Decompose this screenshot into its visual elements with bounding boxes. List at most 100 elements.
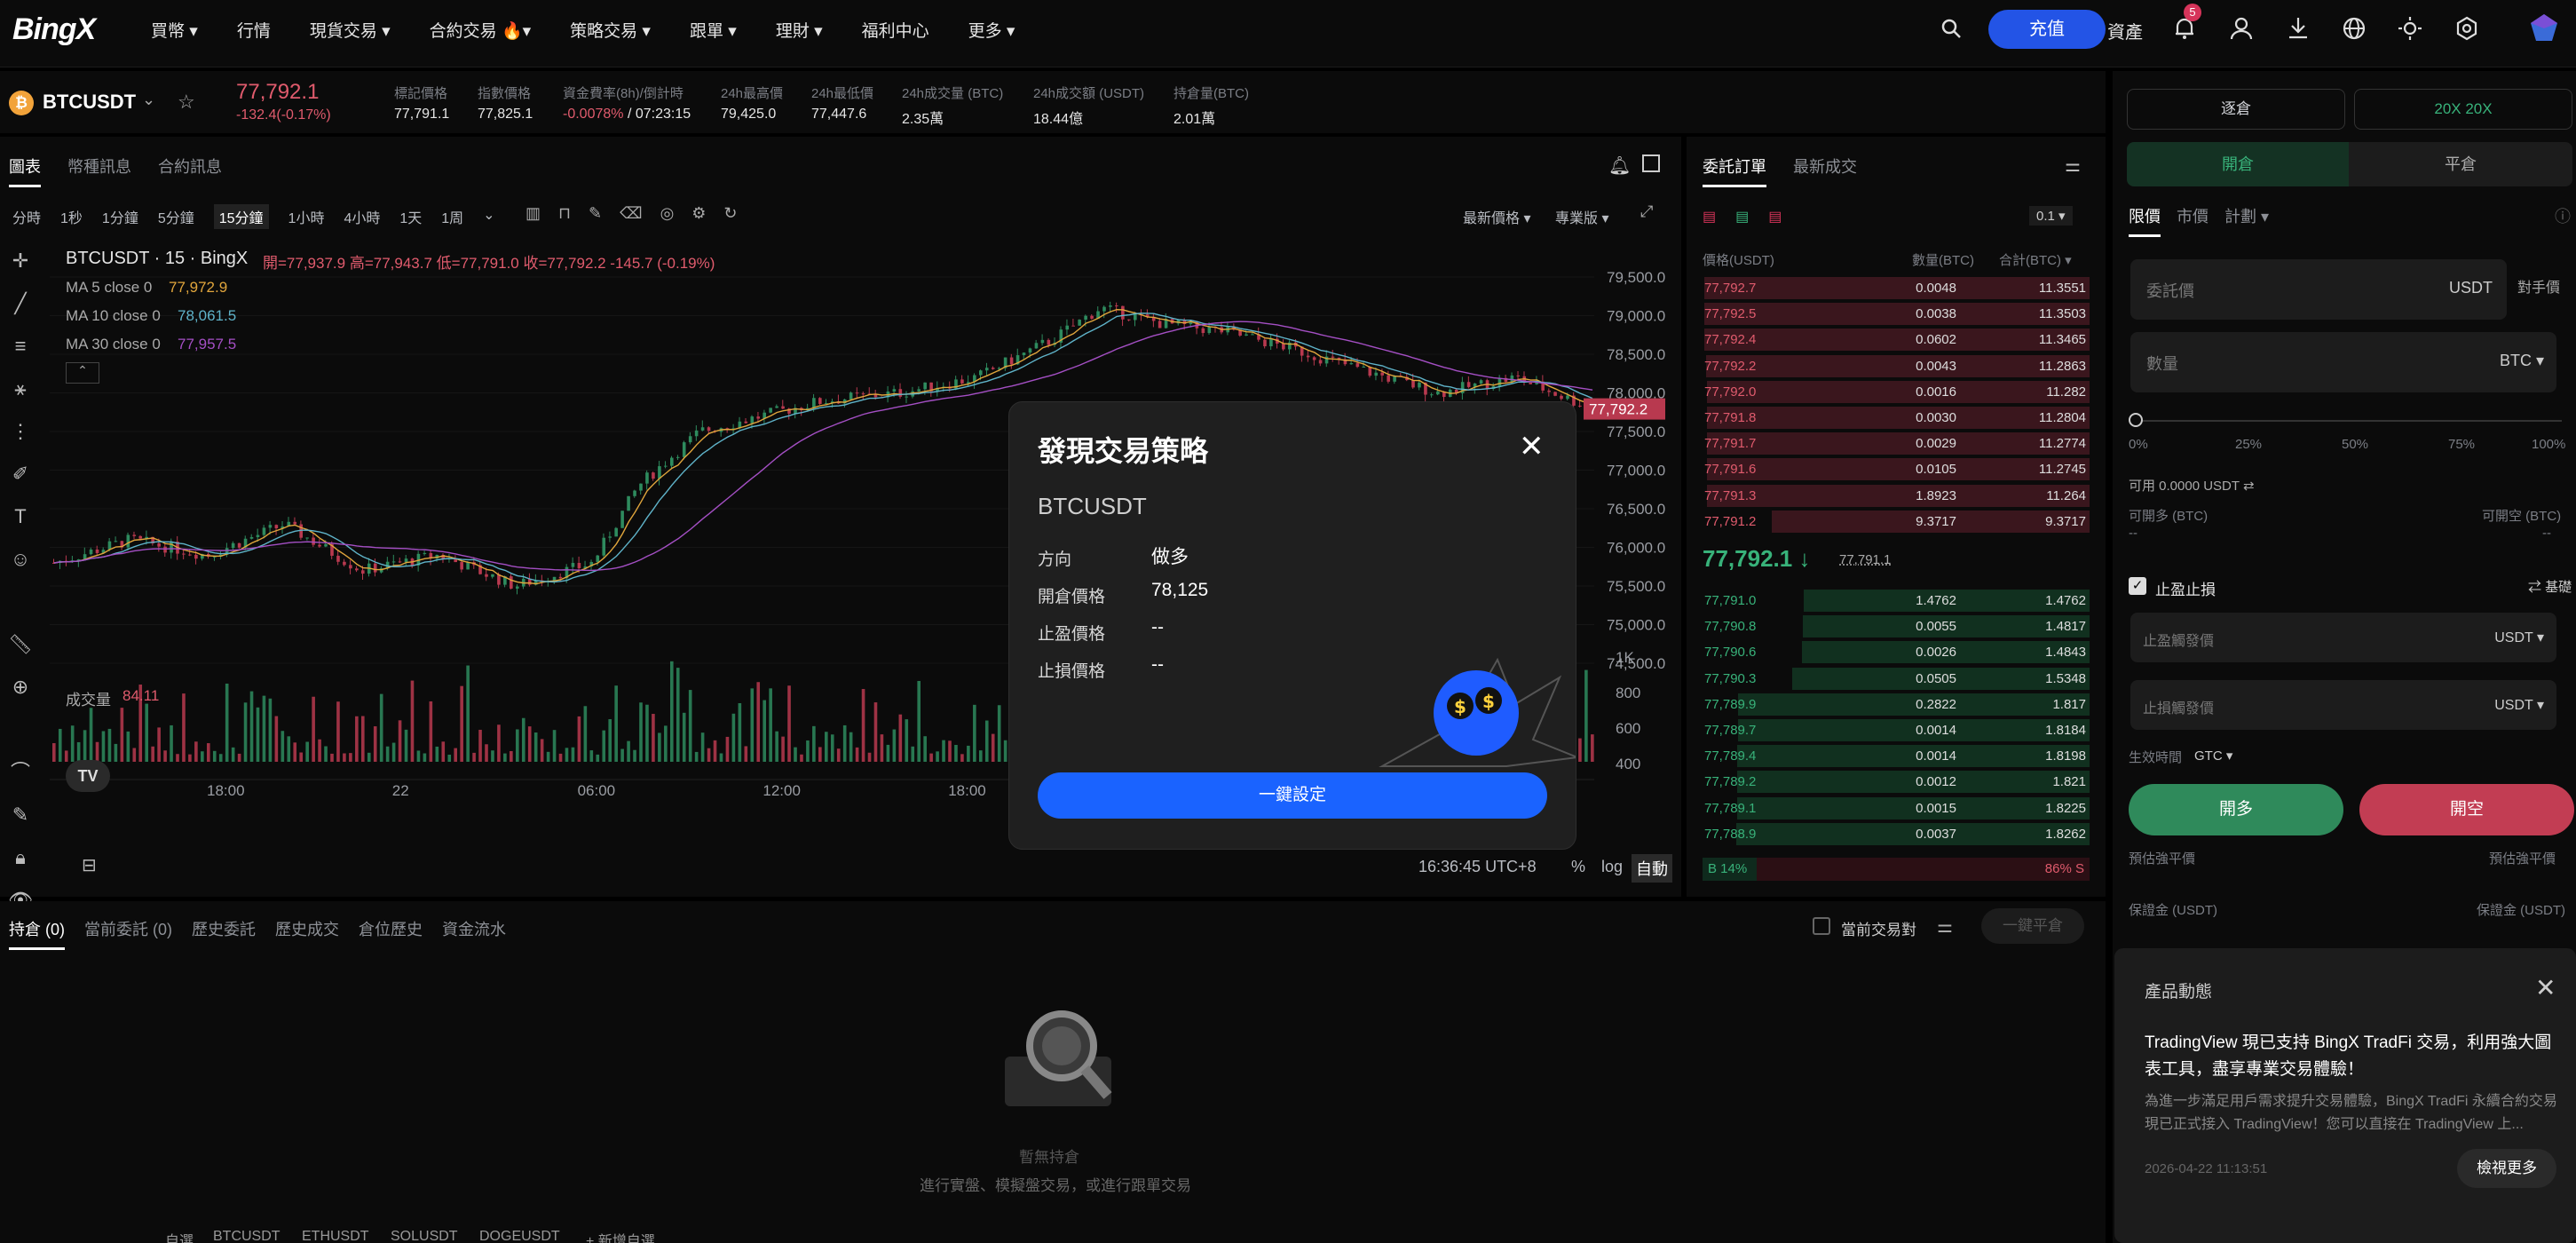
nav-item-earn[interactable]: 理財 ▾ <box>776 18 823 42</box>
ask-row[interactable]: 77,792.5 0.0038 11.3503 <box>1703 301 2090 327</box>
assets-link[interactable]: 資產 <box>2107 18 2143 44</box>
chart-toolbar-icons[interactable]: ▥⊓✎⌫◎⚙↻ <box>525 204 755 223</box>
footer-item[interactable]: ETHUSDT <box>302 1229 369 1243</box>
counter-price-button[interactable]: 對手價 <box>2517 275 2560 297</box>
tradingview-logo-icon[interactable]: TV <box>66 760 110 792</box>
tab-positions[interactable]: 持倉 (0) <box>9 921 65 950</box>
vip-gem-icon[interactable] <box>2528 12 2560 44</box>
tf-option[interactable]: 1小時 <box>288 206 325 229</box>
ask-row[interactable]: 77,791.8 0.0030 11.2804 <box>1703 405 2090 431</box>
bid-row[interactable]: 77,790.8 0.0055 1.4817 <box>1703 614 2090 639</box>
globe-icon[interactable] <box>2342 16 2367 41</box>
tf-option-selected[interactable]: 15分鐘 <box>213 204 269 229</box>
tab-chart[interactable]: 圖表 <box>9 158 41 187</box>
ob-header-total[interactable]: 合計(BTC) ▾ <box>1999 250 2072 269</box>
tab-open-orders[interactable]: 當前委託 (0) <box>84 921 172 938</box>
auto-scale-toggle[interactable]: 自動 <box>1632 854 1672 883</box>
orderbook-settings-icon[interactable]: ⚌ <box>2065 154 2081 177</box>
percent-scale-toggle[interactable]: % <box>1571 858 1585 876</box>
footer-item[interactable]: BTCUSDT <box>213 1229 281 1243</box>
nav-item-rewards[interactable]: 福利中心 <box>862 18 929 42</box>
tab-order-history[interactable]: 歷史委託 <box>192 921 256 938</box>
info-icon[interactable]: ⓘ <box>2555 204 2571 227</box>
search-icon[interactable] <box>1940 18 1962 39</box>
current-pair-checkbox[interactable] <box>1813 917 1830 935</box>
ask-row[interactable]: 77,791.3 1.8923 11.264 <box>1703 483 2090 509</box>
tab-latest-trades[interactable]: 最新成交 <box>1793 158 1857 176</box>
tab-contract-info[interactable]: 合約訊息 <box>158 158 222 176</box>
panel-toggle-icon[interactable] <box>1642 154 1660 172</box>
tf-option[interactable]: 1分鐘 <box>102 206 138 229</box>
chevron-down-icon[interactable]: ⌄ <box>142 91 155 109</box>
view-more-button[interactable]: 檢視更多 <box>2457 1149 2556 1188</box>
star-favorite-icon[interactable]: ☆ <box>178 91 195 114</box>
tf-option[interactable]: 1秒 <box>60 206 83 229</box>
qty-slider-handle[interactable] <box>2129 413 2143 427</box>
tf-option[interactable]: 4小時 <box>344 206 380 229</box>
tpsl-mode-toggle[interactable]: ⇄ 基礎 <box>2528 577 2572 596</box>
calendar-goto-icon[interactable]: ⊟ <box>82 854 97 876</box>
collapse-indicators-icon[interactable]: ⌃ <box>66 362 99 384</box>
bid-row[interactable]: 77,789.4 0.0014 1.8198 <box>1703 743 2090 769</box>
theme-sun-icon[interactable] <box>2398 16 2422 41</box>
qty-slider-track[interactable] <box>2136 420 2562 422</box>
price-type-select[interactable]: 最新價格 ▾ <box>1463 206 1530 227</box>
settings-gear-icon[interactable] <box>2454 16 2479 41</box>
tab-funding-flow[interactable]: 資金流水 <box>442 921 506 938</box>
tab-plan[interactable]: 計劃 ▾ <box>2224 208 2269 226</box>
bid-row[interactable]: 77,789.7 0.0014 1.8184 <box>1703 717 2090 743</box>
tab-orderbook[interactable]: 委託訂單 <box>1703 158 1766 187</box>
nav-item-markets[interactable]: 行情 <box>237 18 271 42</box>
bid-row[interactable]: 77,789.2 0.0012 1.821 <box>1703 769 2090 795</box>
price-input[interactable]: 委託價 USDT <box>2130 259 2507 320</box>
fullscreen-icon[interactable]: ⤢ <box>1640 202 1653 221</box>
footer-item[interactable]: SOLUSDT <box>391 1229 458 1243</box>
tp-unit[interactable]: USDT ▾ <box>2494 629 2544 646</box>
tab-market[interactable]: 市價 <box>2177 208 2209 226</box>
tf-option[interactable]: 1周 <box>441 206 463 229</box>
chart-alert-bell-icon[interactable]: 🔔︎ <box>1608 154 1631 177</box>
nav-item-strategy[interactable]: 策略交易 ▾ <box>570 18 651 42</box>
chart-mode-select[interactable]: 專業版 ▾ <box>1555 206 1608 227</box>
deposit-button[interactable]: 充值 <box>1988 10 2106 49</box>
ask-row[interactable]: 77,791.7 0.0029 11.2774 <box>1703 431 2090 456</box>
tab-trade-history[interactable]: 歷史成交 <box>275 921 339 938</box>
sl-unit[interactable]: USDT ▾ <box>2494 696 2544 714</box>
bid-row[interactable]: 77,791.0 1.4762 1.4762 <box>1703 588 2090 614</box>
leverage-button[interactable]: 20X 20X <box>2354 89 2572 130</box>
footer-item[interactable]: 自選 <box>165 1229 194 1243</box>
nav-item-buy-crypto[interactable]: 買幣 ▾ <box>151 18 198 42</box>
tf-option[interactable]: 5分鐘 <box>158 206 194 229</box>
take-profit-input[interactable]: 止盈觸發價 USDT ▾ <box>2130 613 2556 662</box>
tab-coin-info[interactable]: 幣種訊息 <box>67 158 131 176</box>
close-position-tab[interactable]: 平倉 <box>2349 142 2572 186</box>
nav-item-more[interactable]: 更多 ▾ <box>968 18 1015 42</box>
open-short-button[interactable]: 開空 <box>2359 784 2574 835</box>
stop-loss-input[interactable]: 止損觸發價 USDT ▾ <box>2130 680 2556 730</box>
modal-close-icon[interactable]: ✕ <box>1519 429 1545 464</box>
close-all-button[interactable]: 一鍵平倉 <box>1981 908 2084 944</box>
drawing-toolbar[interactable]: ✛ ╱ ≡ ⚹ ⋮ ✐ T ☺ 📏︎ ⊕ ⌒ ✎ 🔒︎ 👁︎ <box>0 240 41 911</box>
bid-row[interactable]: 77,789.9 0.2822 1.817 <box>1703 692 2090 717</box>
tab-limit[interactable]: 限價 <box>2129 208 2161 237</box>
tpsl-checkbox[interactable]: ✓ <box>2129 577 2146 595</box>
tf-option[interactable]: 分時 <box>12 206 41 229</box>
user-icon[interactable] <box>2230 16 2253 41</box>
bid-row[interactable]: 77,789.1 0.0015 1.8225 <box>1703 796 2090 821</box>
nav-item-spot[interactable]: 現貨交易 ▾ <box>310 18 391 42</box>
bid-row[interactable]: 77,790.6 0.0026 1.4843 <box>1703 639 2090 665</box>
bingx-logo[interactable]: BingX <box>12 12 96 47</box>
quantity-input[interactable]: 數量 BTC ▾ <box>2130 332 2556 392</box>
ask-row[interactable]: 77,792.4 0.0602 11.3465 <box>1703 327 2090 352</box>
ask-row[interactable]: 77,791.2 9.3717 9.3717 <box>1703 509 2090 534</box>
bid-row[interactable]: 77,788.9 0.0037 1.8262 <box>1703 821 2090 847</box>
tf-option[interactable]: 1天 <box>399 206 422 229</box>
tab-position-history[interactable]: 倉位歷史 <box>359 921 423 938</box>
download-icon[interactable] <box>2287 16 2310 41</box>
margin-mode-button[interactable]: 逐倉 <box>2127 89 2345 130</box>
ask-row[interactable]: 77,792.0 0.0016 11.282 <box>1703 379 2090 405</box>
ask-row[interactable]: 77,792.7 0.0048 11.3551 <box>1703 275 2090 301</box>
ask-row[interactable]: 77,792.2 0.0043 11.2863 <box>1703 353 2090 379</box>
qty-unit[interactable]: BTC ▾ <box>2500 352 2544 370</box>
footer-item[interactable]: DOGEUSDT <box>479 1229 560 1243</box>
